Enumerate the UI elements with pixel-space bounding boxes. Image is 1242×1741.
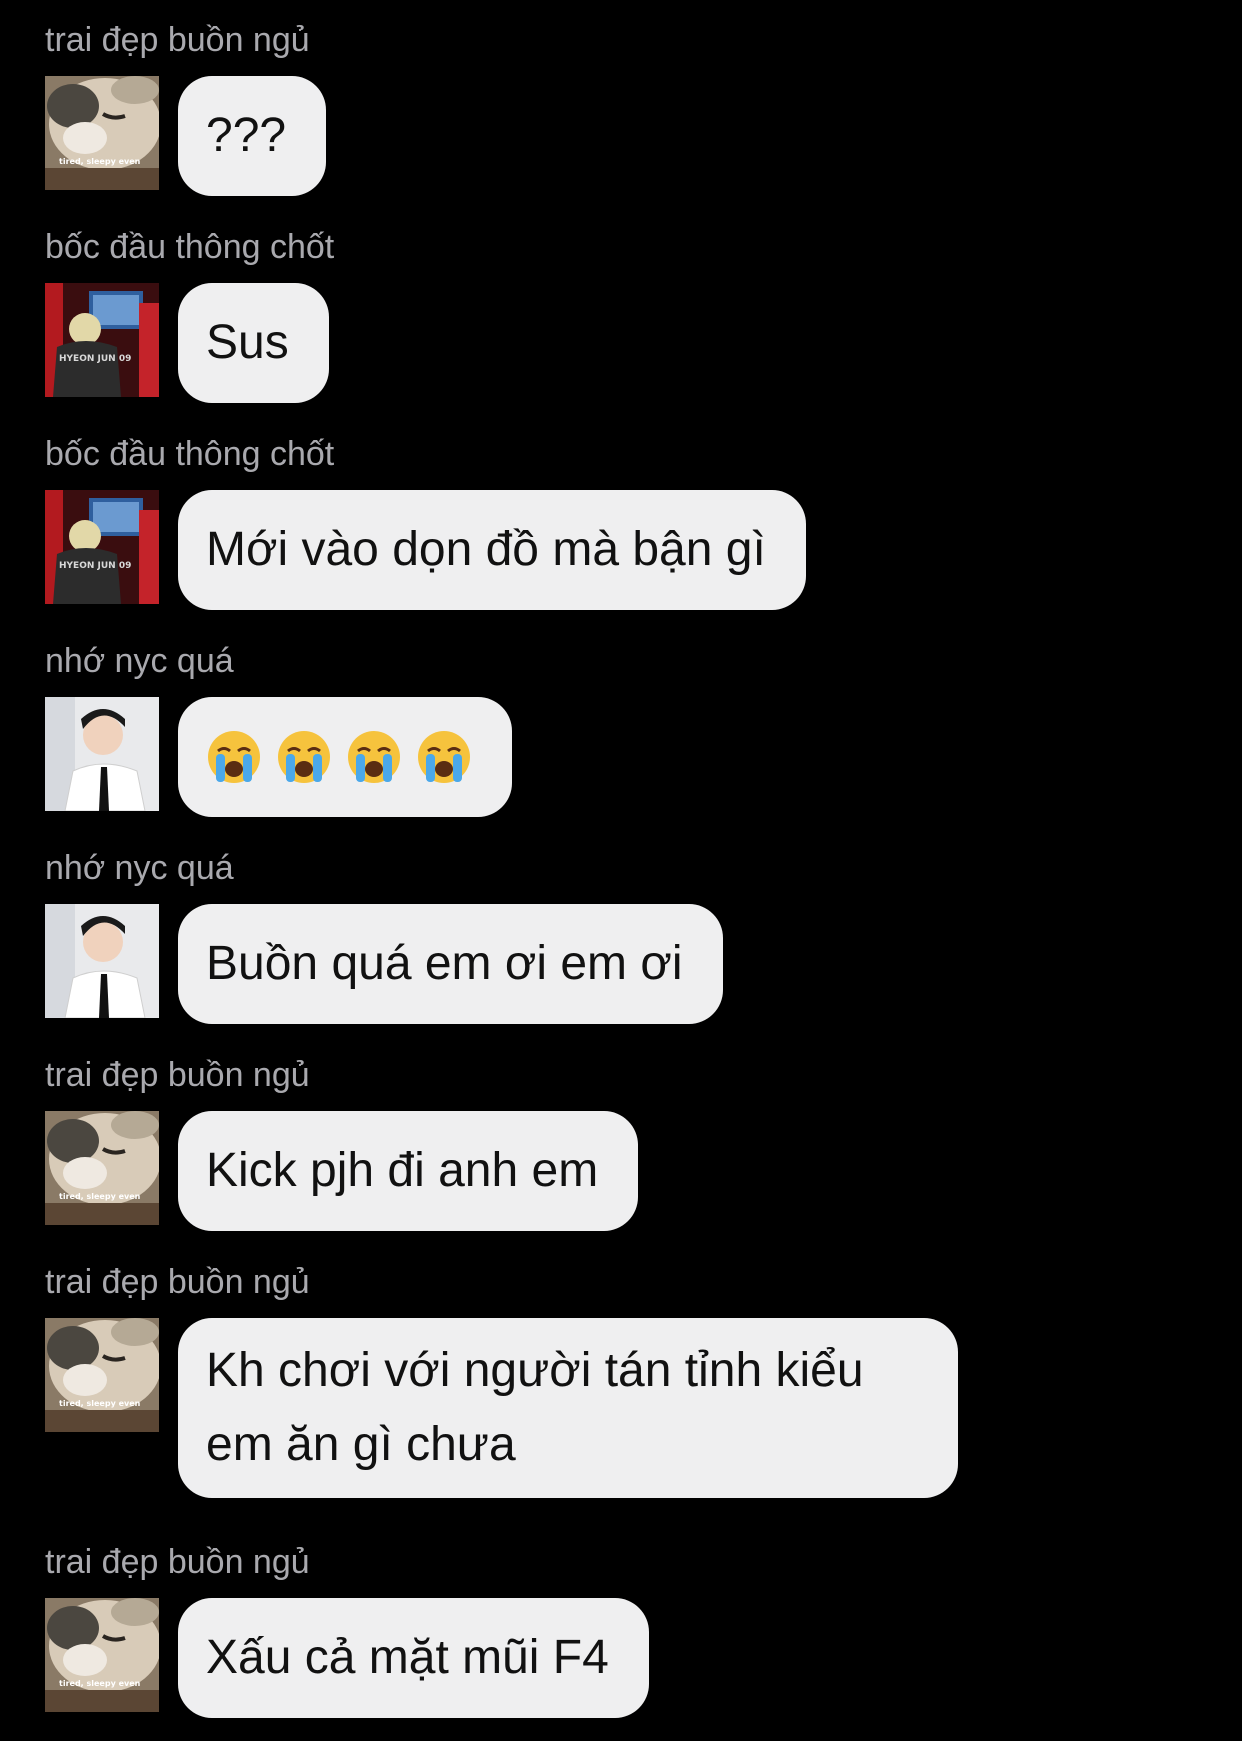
cat-avatar[interactable]: tired, sleepy even (45, 1111, 159, 1225)
emoji-row (206, 720, 472, 794)
message-group: bốc đầu thông chốt HYEON JUN 09 Mới vào … (45, 434, 1195, 610)
message-row: tired, sleepy even Kh chơi với người tán… (45, 1318, 1195, 1498)
message-group: trai đẹp buồn ngủ tired, sleepy even Xấu… (45, 1542, 1195, 1718)
sender-name: bốc đầu thông chốt (45, 228, 335, 266)
sender-name: trai đẹp buồn ngủ (45, 1263, 310, 1301)
avatar-caption: tired, sleepy even (59, 1399, 141, 1408)
jersey-avatar[interactable]: HYEON JUN 09 (45, 490, 159, 604)
message-group: nhớ nyc quá Buồn quá em ơi em ơi (45, 848, 1195, 1024)
sender-name: nhớ nyc quá (45, 849, 234, 887)
cat-avatar[interactable]: tired, sleepy even (45, 76, 159, 190)
message-row (45, 697, 1195, 817)
message-group: bốc đầu thông chốt HYEON JUN 09 Sus (45, 227, 1195, 403)
sender-name: bốc đầu thông chốt (45, 435, 335, 473)
message-row: HYEON JUN 09 Mới vào dọn đồ mà bận gì (45, 490, 1195, 610)
avatar-caption: HYEON JUN 09 (59, 354, 131, 364)
sender-name: nhớ nyc quá (45, 642, 234, 680)
avatar-caption: tired, sleepy even (59, 1679, 141, 1688)
message-group: trai đẹp buồn ngủ tired, sleepy even Kic… (45, 1055, 1195, 1231)
loudly-crying-face-icon (276, 729, 332, 785)
loudly-crying-face-icon (206, 729, 262, 785)
message-group: nhớ nyc quá (45, 641, 1195, 817)
message-bubble[interactable]: Mới vào dọn đồ mà bận gì (178, 490, 806, 610)
avatar-caption: HYEON JUN 09 (59, 561, 131, 571)
message-bubble[interactable]: ??? (178, 76, 327, 196)
message-bubble[interactable]: Xấu cả mặt mũi F4 (178, 1598, 649, 1718)
message-bubble[interactable]: Kick pjh đi anh em (178, 1111, 639, 1231)
sender-name: trai đẹp buồn ngủ (45, 21, 310, 59)
message-row: HYEON JUN 09 Sus (45, 283, 1195, 403)
loudly-crying-face-icon (416, 729, 472, 785)
chat-thread: trai đẹp buồn ngủ tired, sleepy even ???… (0, 0, 1242, 1741)
message-bubble[interactable]: Kh chơi với người tán tỉnh kiểu em ăn gì… (178, 1318, 958, 1498)
loudly-crying-face-icon (346, 729, 402, 785)
jersey-avatar[interactable]: HYEON JUN 09 (45, 283, 159, 397)
message-row: tired, sleepy even ??? (45, 76, 1195, 196)
message-group: trai đẹp buồn ngủ tired, sleepy even ??? (45, 20, 1195, 196)
sender-name: trai đẹp buồn ngủ (45, 1543, 310, 1581)
message-row: tired, sleepy even Kick pjh đi anh em (45, 1111, 1195, 1231)
message-row: tired, sleepy even Xấu cả mặt mũi F4 (45, 1598, 1195, 1718)
man-avatar[interactable] (45, 904, 159, 1018)
message-bubble[interactable]: Sus (178, 283, 329, 403)
avatar-caption: tired, sleepy even (59, 157, 141, 166)
avatar-caption: tired, sleepy even (59, 1192, 141, 1201)
cat-avatar[interactable]: tired, sleepy even (45, 1318, 159, 1432)
message-bubble[interactable] (178, 697, 512, 817)
message-row: Buồn quá em ơi em ơi (45, 904, 1195, 1024)
man-avatar[interactable] (45, 697, 159, 811)
cat-avatar[interactable]: tired, sleepy even (45, 1598, 159, 1712)
message-group: trai đẹp buồn ngủ tired, sleepy even Kh … (45, 1262, 1195, 1498)
sender-name: trai đẹp buồn ngủ (45, 1056, 310, 1094)
message-bubble[interactable]: Buồn quá em ơi em ơi (178, 904, 723, 1024)
